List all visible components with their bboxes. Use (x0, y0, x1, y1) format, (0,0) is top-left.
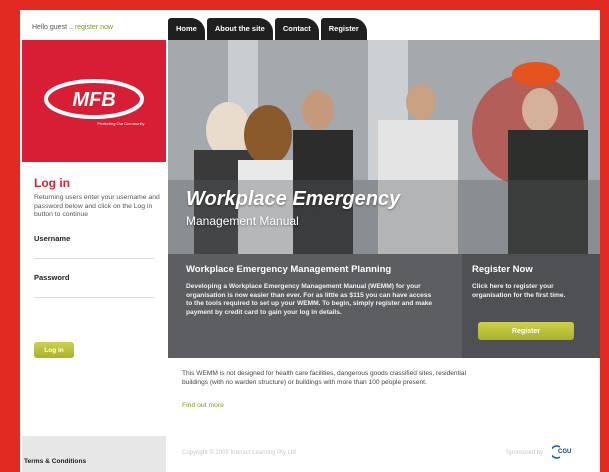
login-heading: Log in (34, 176, 70, 190)
username-field[interactable] (34, 245, 154, 259)
register-box: Register Now Click here to register your… (462, 254, 600, 358)
register-body: Click here to register your organisation… (472, 283, 566, 299)
mfb-logo-tagline: Protecting Our Community (97, 121, 144, 126)
mfb-logo-block[interactable]: MFB Protecting Our Community (22, 40, 166, 162)
planning-body: Developing a Workplace Emergency Managem… (186, 283, 433, 316)
username-label: Username (34, 233, 71, 243)
planning-heading: Workplace Emergency Management Planning (186, 264, 392, 275)
page: Hello guest .. register now Home About t… (20, 10, 600, 472)
sponsored-label: Sponsored by (506, 450, 544, 456)
cgu-mark-icon (552, 445, 561, 459)
tab-register[interactable]: Register (320, 18, 367, 40)
disclaimer-text: This WEMM is not designed for health car… (182, 370, 467, 386)
info-panel: Workplace Emergency Management Planning … (168, 254, 600, 358)
login-intro: Returning users enter your username and … (34, 194, 160, 219)
tab-about[interactable]: About the site (206, 18, 273, 40)
mfb-logo: MFB Protecting Our Community (44, 79, 145, 126)
greeting-prefix: Hello guest .. (32, 24, 73, 31)
hero-banner: Workplace Emergency Management Manual (168, 40, 600, 254)
login-button[interactable]: Log in (34, 342, 74, 358)
terms-link[interactable]: Terms & Conditions (24, 458, 86, 465)
greeting: Hello guest .. register now (32, 24, 113, 31)
hero-title: Workplace Emergency (186, 188, 401, 210)
register-button[interactable]: Register (478, 322, 574, 340)
mfb-logo-text: MFB (72, 89, 115, 111)
password-field[interactable] (34, 284, 154, 298)
tab-home[interactable]: Home (168, 18, 205, 40)
copyright-text: Copyright © 2009 Interact Learning Pty L… (182, 450, 296, 456)
hero-subtitle: Management Manual (186, 214, 299, 228)
planning-section: Workplace Emergency Management Planning … (186, 264, 436, 317)
register-heading: Register Now (472, 264, 533, 275)
login-form: Log in Returning users enter your userna… (34, 176, 162, 298)
cgu-logo: CGU (552, 444, 578, 460)
footer-left: Terms & Conditions (22, 436, 166, 472)
tab-contact[interactable]: Contact (274, 18, 319, 40)
password-label: Password (34, 272, 70, 282)
find-out-more-link[interactable]: Find out more (182, 402, 224, 409)
register-now-link[interactable]: register now (75, 24, 113, 31)
main-nav: Home About the site Contact Register (168, 18, 367, 40)
